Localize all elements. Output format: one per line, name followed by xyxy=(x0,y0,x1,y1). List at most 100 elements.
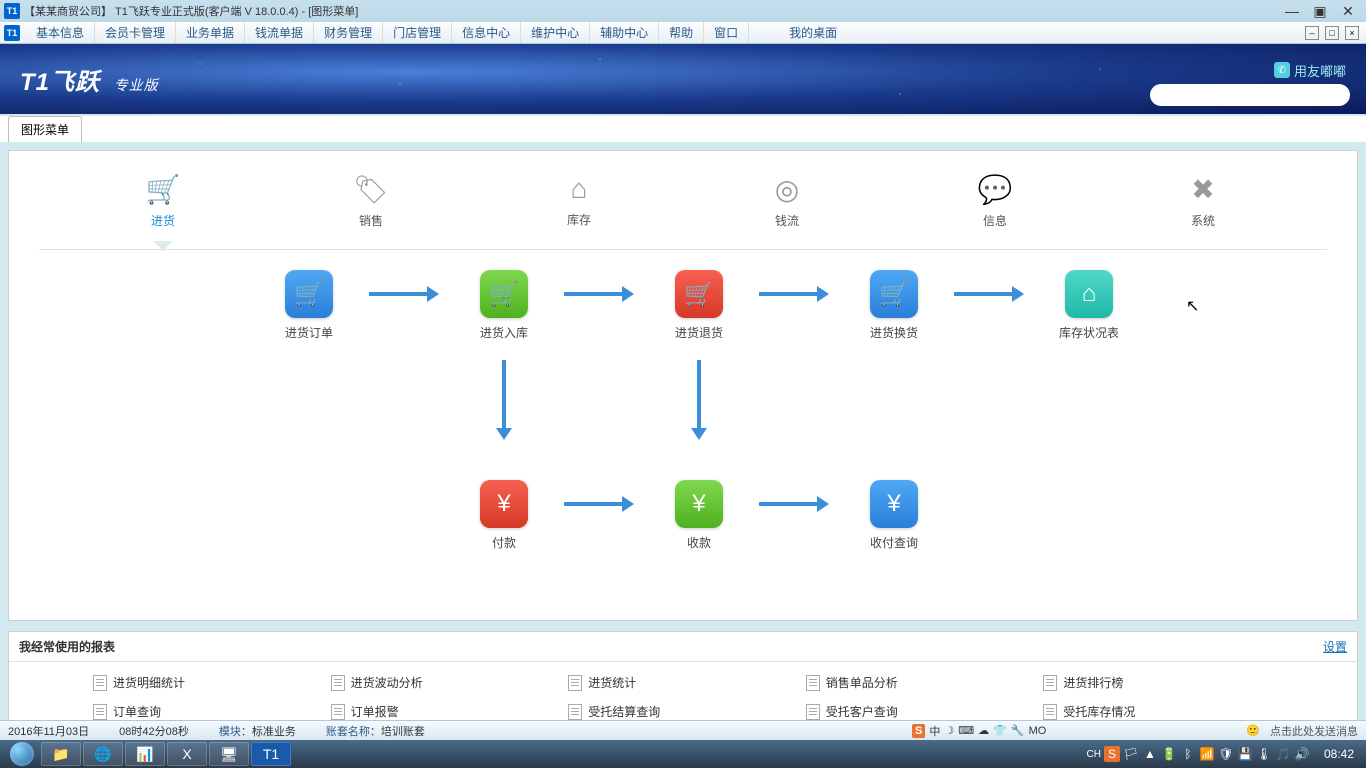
window-titlebar: T1 【某某商贸公司】 T1飞跃专业正式版(客户端 V 18.0.0.4) - … xyxy=(0,0,1366,22)
document-icon xyxy=(93,704,107,720)
arrow-icon xyxy=(564,502,624,506)
reports-settings-link[interactable]: 设置 xyxy=(1323,638,1347,655)
arrow-icon xyxy=(369,292,429,296)
menu-store[interactable]: 门店管理 xyxy=(383,22,452,43)
tray-bt-icon[interactable]: ᛒ xyxy=(1180,746,1196,762)
taskbar-explorer[interactable]: 📁 xyxy=(41,742,81,766)
mdi-close[interactable]: × xyxy=(1345,26,1359,40)
report-link[interactable]: 进货排行榜 xyxy=(1039,668,1277,697)
sogou-icon[interactable]: S xyxy=(912,724,925,738)
cat-purchase[interactable]: 🛒进货 xyxy=(123,173,203,229)
tray-battery-icon[interactable]: 🔋 xyxy=(1161,746,1177,762)
report-link[interactable]: 进货统计 xyxy=(564,668,802,697)
arrow-icon xyxy=(564,292,624,296)
system-tray[interactable]: CH S 🏳 ▲ 🔋 ᛒ 📶 🛡 💾 🌡 🎵 🔊 xyxy=(1081,746,1316,762)
cart-icon: 🛒 xyxy=(675,270,723,318)
chat-icon: 💬 xyxy=(978,173,1013,206)
cloud-icon: ☁ xyxy=(978,724,989,737)
cat-cash[interactable]: ◎钱流 xyxy=(747,173,827,229)
menu-assist[interactable]: 辅助中心 xyxy=(590,22,659,43)
menu-member[interactable]: 会员卡管理 xyxy=(95,22,176,43)
menu-biz-docs[interactable]: 业务单据 xyxy=(176,22,245,43)
document-icon xyxy=(331,675,345,691)
taskbar-clock[interactable]: 08:42 xyxy=(1316,747,1362,761)
report-link[interactable]: 销售单品分析 xyxy=(802,668,1040,697)
taskbar-app2[interactable]: 🖥 xyxy=(209,742,249,766)
arrow-icon xyxy=(759,502,819,506)
document-icon xyxy=(568,704,582,720)
tray-temp-icon[interactable]: 🌡 xyxy=(1256,746,1272,762)
tag-icon: 🏷 xyxy=(353,173,389,206)
menu-finance[interactable]: 财务管理 xyxy=(314,22,383,43)
node-purchase-order[interactable]: 🛒进货订单 xyxy=(269,270,349,341)
logo-text: T1飞跃 xyxy=(20,69,100,96)
document-icon xyxy=(331,704,345,720)
tray-sound-icon[interactable]: 🔊 xyxy=(1294,746,1310,762)
node-purchase-exchange[interactable]: 🛒进货换货 xyxy=(854,270,934,341)
main-panel: 🛒进货 🏷销售 ⌂库存 ◎钱流 💬信息 ✖系统 🛒进货订单 🛒进货入库 🛒进货退… xyxy=(8,150,1358,621)
menubar-icon: T1 xyxy=(4,25,20,41)
tray-sogou-icon[interactable]: S xyxy=(1104,746,1120,762)
report-link[interactable]: 进货波动分析 xyxy=(327,668,565,697)
report-link[interactable]: 进货明细统计 xyxy=(89,668,327,697)
tray-note-icon[interactable]: 🎵 xyxy=(1275,746,1291,762)
tray-shield-icon[interactable]: 🛡 xyxy=(1218,746,1234,762)
taskbar-t1[interactable]: T1 xyxy=(251,742,291,766)
tray-lang[interactable]: CH xyxy=(1087,749,1101,760)
window-title: 【某某商贸公司】 T1飞跃专业正式版(客户端 V 18.0.0.4) - [图形… xyxy=(24,3,358,19)
tab-graphic-menu[interactable]: 图形菜单 xyxy=(8,116,82,142)
node-purchase-in[interactable]: 🛒进货入库 xyxy=(464,270,544,341)
ime-mode[interactable]: 中 xyxy=(929,723,940,739)
tray-net-icon[interactable]: 📶 xyxy=(1199,746,1215,762)
mdi-minimize[interactable]: – xyxy=(1305,26,1319,40)
node-payment-query[interactable]: ¥收付查询 xyxy=(854,480,934,551)
status-demo: MO xyxy=(1029,725,1047,737)
wrench-icon: 🔧 xyxy=(1011,724,1025,737)
start-button[interactable] xyxy=(4,740,40,768)
yonyou-dudu-label: 用友嘟嘟 xyxy=(1294,61,1346,80)
yuan-icon: ¥ xyxy=(480,480,528,528)
menubar: T1 基本信息 会员卡管理 业务单据 钱流单据 财务管理 门店管理 信息中心 维… xyxy=(0,22,1366,44)
document-icon xyxy=(568,675,582,691)
close-button[interactable]: ✕ xyxy=(1336,3,1360,19)
menu-maint[interactable]: 维护中心 xyxy=(521,22,590,43)
maximize-button[interactable]: ▣ xyxy=(1308,3,1332,19)
cat-inventory[interactable]: ⌂库存 xyxy=(539,173,619,229)
cart-icon: 🛒 xyxy=(146,173,181,206)
document-icon xyxy=(1043,704,1057,720)
cat-info[interactable]: 💬信息 xyxy=(955,173,1035,229)
node-purchase-return[interactable]: 🛒进货退货 xyxy=(659,270,739,341)
cat-sales[interactable]: 🏷销售 xyxy=(331,173,411,229)
document-icon xyxy=(806,675,820,691)
cart-icon: 🛒 xyxy=(870,270,918,318)
tools-icon: ✖ xyxy=(1191,173,1214,206)
menu-basic-info[interactable]: 基本信息 xyxy=(26,22,95,43)
menu-desktop[interactable]: 我的桌面 xyxy=(779,22,847,43)
cat-system[interactable]: ✖系统 xyxy=(1163,173,1243,229)
tray-disk-icon[interactable]: 💾 xyxy=(1237,746,1253,762)
app-statusbar: 2016年11月03日 08时42分08秒 模块：标准业务 账套名称：培训账套 … xyxy=(0,720,1366,740)
mdi-restore[interactable]: □ xyxy=(1325,26,1339,40)
menu-cash-docs[interactable]: 钱流单据 xyxy=(245,22,314,43)
shirt-icon: 👕 xyxy=(993,724,1007,737)
taskbar-app1[interactable]: 📊 xyxy=(125,742,165,766)
product-logo: T1飞跃 专业版 xyxy=(20,62,159,97)
menu-help[interactable]: 帮助 xyxy=(659,22,704,43)
node-stock-status[interactable]: ⌂库存状况表 xyxy=(1049,270,1129,341)
yonyou-dudu-link[interactable]: ✆ 用友嘟嘟 xyxy=(1274,61,1346,80)
taskbar-ie[interactable]: 🌐 xyxy=(83,742,123,766)
ime-indicators: S 中 ☽ ⌨ ☁ 👕 🔧 MO xyxy=(912,723,1046,739)
tray-flag-icon[interactable]: 🏳 xyxy=(1123,746,1139,762)
moon-icon: ☽ xyxy=(944,724,954,737)
menu-window[interactable]: 窗口 xyxy=(704,22,749,43)
minimize-button[interactable]: — xyxy=(1280,3,1304,19)
coins-icon: ◎ xyxy=(775,173,799,206)
node-payment[interactable]: ¥付款 xyxy=(464,480,544,551)
menu-info-center[interactable]: 信息中心 xyxy=(452,22,521,43)
send-message-link[interactable]: 点击此处发送消息 xyxy=(1270,723,1358,739)
taskbar-excel[interactable]: X xyxy=(167,742,207,766)
tray-up-icon[interactable]: ▲ xyxy=(1142,746,1158,762)
windows-orb-icon xyxy=(10,742,34,766)
search-input[interactable] xyxy=(1150,84,1350,106)
node-receipt[interactable]: ¥收款 xyxy=(659,480,739,551)
